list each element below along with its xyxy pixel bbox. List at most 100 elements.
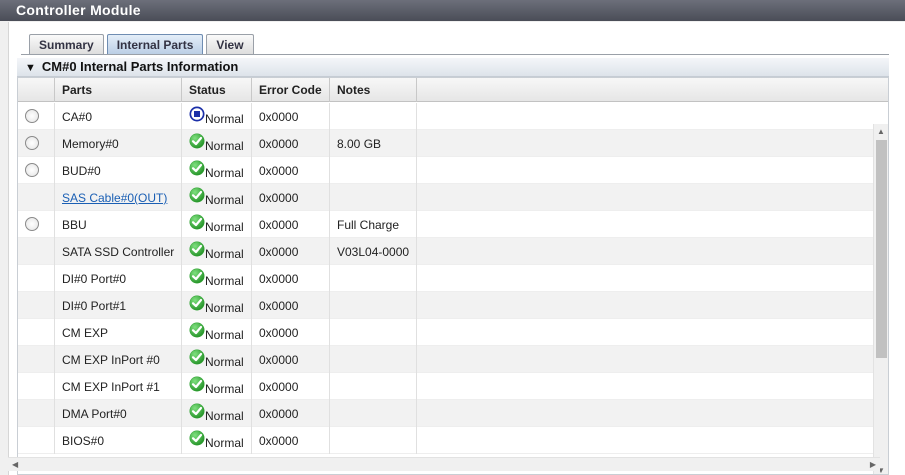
row-select-radio[interactable] <box>25 109 39 123</box>
status-text: Normal <box>205 328 244 342</box>
empty-cell <box>417 238 874 265</box>
select-cell <box>18 346 55 373</box>
empty-cell <box>417 292 874 319</box>
notes-cell <box>330 427 417 454</box>
status-cell: Normal <box>182 427 252 454</box>
error-code-cell: 0x0000 <box>252 130 330 157</box>
error-code-cell: 0x0000 <box>252 211 330 238</box>
table-row[interactable]: BBU Normal 0x0000 Full Charge <box>18 211 874 238</box>
part-name: DI#0 Port#0 <box>62 272 127 286</box>
notes-cell: V03L04-0000 <box>330 238 417 265</box>
vertical-scrollbar[interactable]: ▲ ▼ <box>873 124 888 474</box>
status-text: Normal <box>205 301 244 315</box>
status-text: Normal <box>205 436 244 450</box>
part-name: DMA Port#0 <box>62 407 127 421</box>
check-green-icon <box>189 133 205 149</box>
tab-internal-parts[interactable]: Internal Parts <box>106 34 204 55</box>
tab-view[interactable]: View <box>206 34 254 55</box>
status-text: Normal <box>205 274 244 288</box>
error-code-cell: 0x0000 <box>252 157 330 184</box>
table-row[interactable]: CM EXP InPort #0 Normal 0x0000 <box>18 346 874 373</box>
part-link[interactable]: SAS Cable#0(OUT) <box>62 191 167 205</box>
tab-summary[interactable]: Summary <box>29 34 104 55</box>
error-code-cell: 0x0000 <box>252 400 330 427</box>
table-row[interactable]: DMA Port#0 Normal 0x0000 <box>18 400 874 427</box>
table-body: CA#0 Normal 0x0000 Memory#0 Normal 0x0000 8.00… <box>18 103 874 458</box>
parts-table: Parts Status Error Code Notes CA#0 Normal… <box>17 77 889 475</box>
table-row[interactable]: CM EXP Normal 0x0000 <box>18 319 874 346</box>
notes-cell <box>330 292 417 319</box>
error-code-cell: 0x0000 <box>252 184 330 211</box>
status-text: Normal <box>205 166 244 180</box>
table-row[interactable]: BUD#0 Normal 0x0000 <box>18 157 874 184</box>
scroll-up-icon[interactable]: ▲ <box>877 127 885 136</box>
check-green-icon <box>189 160 205 176</box>
header-status[interactable]: Status <box>182 78 252 102</box>
error-code-cell: 0x0000 <box>252 292 330 319</box>
notes-cell <box>330 373 417 400</box>
scroll-left-icon[interactable]: ◀ <box>12 460 18 469</box>
notes-cell <box>330 184 417 211</box>
error-code-cell: 0x0000 <box>252 373 330 400</box>
part-name: CM EXP <box>62 326 109 340</box>
table-row[interactable]: Memory#0 Normal 0x0000 8.00 GB <box>18 130 874 157</box>
check-green-icon <box>189 268 205 284</box>
empty-cell <box>417 211 874 238</box>
select-cell <box>18 184 55 211</box>
check-green-icon <box>189 241 205 257</box>
select-cell <box>18 319 55 346</box>
part-name: Memory#0 <box>62 137 119 151</box>
notes-cell <box>330 400 417 427</box>
header-parts[interactable]: Parts <box>55 78 182 102</box>
notes-cell <box>330 346 417 373</box>
horizontal-scrollbar[interactable]: ◀ ▶ <box>8 457 880 471</box>
part-name: BIOS#0 <box>62 434 105 448</box>
notes-cell <box>330 319 417 346</box>
row-select-radio[interactable] <box>25 163 39 177</box>
check-green-icon <box>189 187 205 203</box>
check-green-icon <box>189 430 205 446</box>
status-cell: Normal <box>182 184 252 211</box>
row-select-radio[interactable] <box>25 217 39 231</box>
table-row[interactable]: DI#0 Port#1 Normal 0x0000 <box>18 292 874 319</box>
select-cell <box>18 400 55 427</box>
error-code-cell: 0x0000 <box>252 427 330 454</box>
parts-cell: DMA Port#0 <box>55 400 182 427</box>
status-text: Normal <box>205 382 244 396</box>
notes-cell <box>330 157 417 184</box>
notes-cell <box>330 103 417 130</box>
table-row[interactable]: SAS Cable#0(OUT) Normal 0x0000 <box>18 184 874 211</box>
scroll-thumb[interactable] <box>876 140 887 358</box>
select-cell <box>18 211 55 238</box>
status-cell: Normal <box>182 130 252 157</box>
select-cell <box>18 157 55 184</box>
empty-cell <box>417 265 874 292</box>
notes-cell: Full Charge <box>330 211 417 238</box>
window-title: Controller Module <box>0 0 905 21</box>
parts-cell: DI#0 Port#1 <box>55 292 182 319</box>
parts-cell: SATA SSD Controller <box>55 238 182 265</box>
part-name: SATA SSD Controller <box>62 245 175 259</box>
parts-cell: CM EXP InPort #1 <box>55 373 182 400</box>
empty-cell <box>417 373 874 400</box>
header-error-code[interactable]: Error Code <box>252 78 330 102</box>
table-row[interactable]: CA#0 Normal 0x0000 <box>18 103 874 130</box>
collapse-triangle-icon[interactable]: ▼ <box>25 62 36 74</box>
status-cell: Normal <box>182 265 252 292</box>
section-header[interactable]: ▼ CM#0 Internal Parts Information <box>17 58 889 77</box>
table-row[interactable]: SATA SSD Controller Normal 0x0000 V03L04-00… <box>18 238 874 265</box>
table-row[interactable]: DI#0 Port#0 Normal 0x0000 <box>18 265 874 292</box>
empty-cell <box>417 157 874 184</box>
table-row[interactable]: BIOS#0 Normal 0x0000 <box>18 427 874 454</box>
header-notes[interactable]: Notes <box>330 78 417 102</box>
scroll-right-icon[interactable]: ▶ <box>870 460 876 469</box>
part-name: BUD#0 <box>62 164 101 178</box>
part-name: BBU <box>62 218 87 232</box>
parts-cell: DI#0 Port#0 <box>55 265 182 292</box>
select-cell <box>18 103 55 130</box>
table-row[interactable]: CM EXP InPort #1 Normal 0x0000 <box>18 373 874 400</box>
part-name: DI#0 Port#1 <box>62 299 127 313</box>
row-select-radio[interactable] <box>25 136 39 150</box>
select-cell <box>18 265 55 292</box>
parts-cell: SAS Cable#0(OUT) <box>55 184 182 211</box>
